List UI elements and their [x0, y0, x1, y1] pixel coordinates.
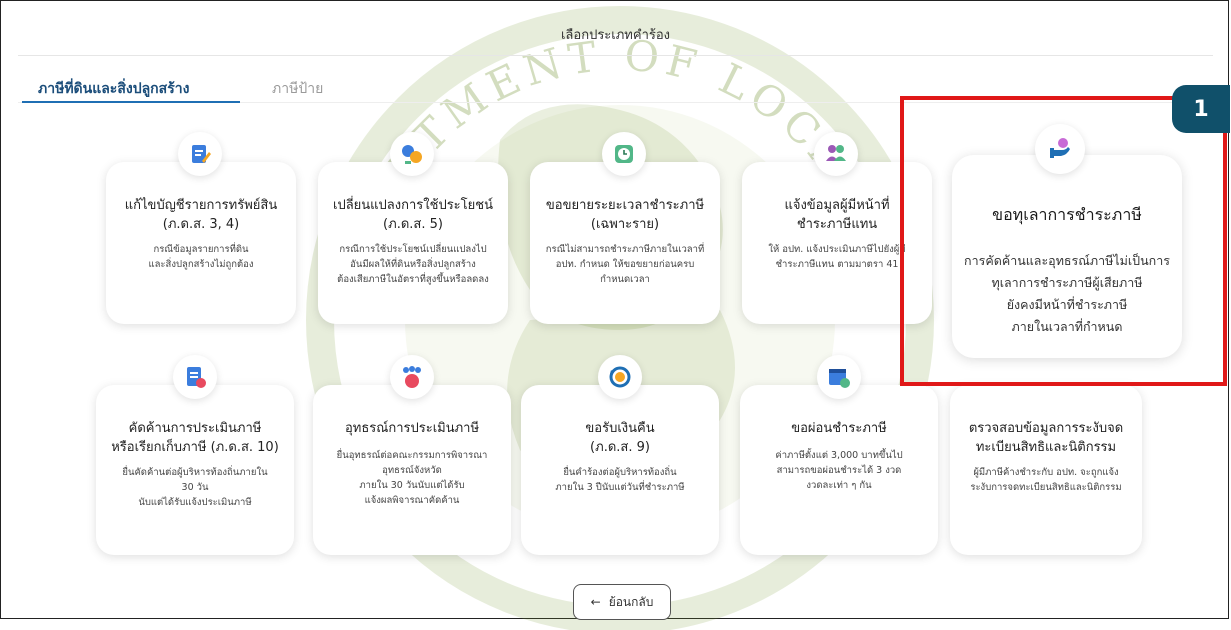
card-report-substitute-payer[interactable]: แจ้งข้อมูลผู้มีหน้าที่ ชำระภาษีแทน ให้ อ… — [742, 162, 932, 324]
card-title: อุทธรณ์การประเมินภาษี — [344, 421, 480, 436]
card-subtitle: (ภ.ด.ส. 5) — [383, 217, 443, 232]
card-description: ค่าภาษีตั้งแต่ 3,000 บาทขึ้นไป สามารถขอผ… — [775, 450, 903, 491]
card-suspend-tax-payment[interactable]: ขอทุเลาการชำระภาษี การคัดค้านและอุทธรณ์ภ… — [952, 155, 1182, 358]
tab-signboard-tax[interactable]: ภาษีป้าย — [272, 78, 323, 100]
page-title: เลือกประเภทคำร้อง — [560, 28, 671, 43]
clock-extension-icon — [602, 132, 646, 176]
card-change-usage[interactable]: เปลี่ยนแปลงการใช้ประโยชน์ (ภ.ด.ส. 5) กรณ… — [318, 162, 508, 324]
card-subtitle: ทะเบียนสิทธิและนิติกรรม — [975, 440, 1117, 455]
card-title: แจ้งข้อมูลผู้มีหน้าที่ — [784, 198, 890, 213]
back-button[interactable]: ← ย้อนกลับ — [573, 584, 671, 620]
card-description: ยื่นคัดค้านต่อผู้บริหารท้องถิ่นภายใน 30 … — [122, 467, 268, 508]
card-title: ขอขยายระยะเวลาชำระภาษี — [545, 198, 705, 213]
card-description: ยื่นคำร้องต่อผู้บริหารท้องถิ่น ภายใน 3 ป… — [555, 467, 685, 493]
card-title: แก้ไขบัญชีรายการทรัพย์สิน — [124, 198, 278, 213]
objection-document-icon — [173, 355, 217, 399]
card-description: กรณีไม่สามารถชำระภาษีภายในเวลาที่ อปท. ก… — [545, 244, 705, 285]
tab-land-and-buildings-tax[interactable]: ภาษีที่ดินและสิ่งปลูกสร้าง — [38, 78, 189, 100]
change-usage-icon — [390, 132, 434, 176]
card-description: การคัดค้านและอุทธรณ์ภาษีไม่เป็นการ ทุเลา… — [964, 253, 1170, 334]
card-extend-payment-period[interactable]: ขอขยายระยะเวลาชำระภาษี (เฉพาะราย) กรณีไม… — [530, 162, 720, 324]
active-tab-indicator — [22, 101, 240, 103]
card-request-installment[interactable]: ขอผ่อนชำระภาษี ค่าภาษีตั้งแต่ 3,000 บาทข… — [740, 385, 938, 555]
card-request-refund[interactable]: ขอรับเงินคืน (ภ.ด.ส. 9) ยื่นคำร้องต่อผู้… — [521, 385, 719, 555]
title-divider — [18, 55, 1213, 56]
calendar-installment-icon — [817, 355, 861, 399]
card-subtitle: (เฉพาะราย) — [590, 217, 660, 232]
card-description: ยื่นอุทธรณ์ต่อคณะกรรมการพิจารณา อุทธรณ์จ… — [336, 450, 488, 506]
back-button-label: ย้อนกลับ — [608, 594, 654, 609]
card-description: กรณีข้อมูลรายการที่ดิน และสิ่งปลูกสร้างไ… — [148, 244, 254, 270]
card-subtitle: (ภ.ด.ส. 9) — [590, 440, 650, 455]
card-title: ตรวจสอบข้อมูลการระงับจด — [968, 421, 1124, 436]
card-subtitle: (ภ.ด.ส. 3, 4) — [162, 217, 240, 232]
refund-coin-icon — [598, 355, 642, 399]
edit-document-icon — [178, 132, 222, 176]
payer-info-icon — [814, 132, 858, 176]
card-appeal-tax-assessment[interactable]: อุทธรณ์การประเมินภาษี ยื่นอุทธรณ์ต่อคณะก… — [313, 385, 511, 555]
step-number-badge: 1 — [1172, 85, 1230, 133]
card-subtitle: หรือเรียกเก็บภาษี (ภ.ด.ส. 10) — [111, 440, 279, 455]
card-title: ขอรับเงินคืน — [585, 421, 655, 436]
card-check-registration-suspension[interactable]: ตรวจสอบข้อมูลการระงับจด ทะเบียนสิทธิและน… — [950, 385, 1142, 555]
card-subtitle: ชำระภาษีแทน — [796, 217, 878, 232]
card-object-tax-assessment[interactable]: คัดค้านการประเมินภาษี หรือเรียกเก็บภาษี … — [96, 385, 294, 555]
card-edit-asset-list[interactable]: แก้ไขบัญชีรายการทรัพย์สิน (ภ.ด.ส. 3, 4) … — [106, 162, 296, 324]
card-title: คัดค้านการประเมินภาษี — [128, 421, 262, 436]
hand-coin-icon — [1035, 124, 1085, 174]
committee-group-icon — [390, 355, 434, 399]
card-title: ขอทุเลาการชำระภาษี — [992, 205, 1142, 224]
card-description: ให้ อปท. แจ้งประเมินภาษีไปยังผู้มี ชำระภ… — [768, 244, 906, 270]
card-title: ขอผ่อนชำระภาษี — [791, 421, 887, 436]
arrow-left-icon: ← — [590, 595, 601, 609]
card-description: กรณีการใช้ประโยชน์เปลี่ยนแปลงไป อันมีผลใ… — [337, 244, 489, 285]
card-title: เปลี่ยนแปลงการใช้ประโยชน์ — [333, 198, 493, 213]
card-description: ผู้มีภาษีค้างชำระกับ อปท. จะถูกแจ้ง ระงั… — [970, 467, 1122, 493]
